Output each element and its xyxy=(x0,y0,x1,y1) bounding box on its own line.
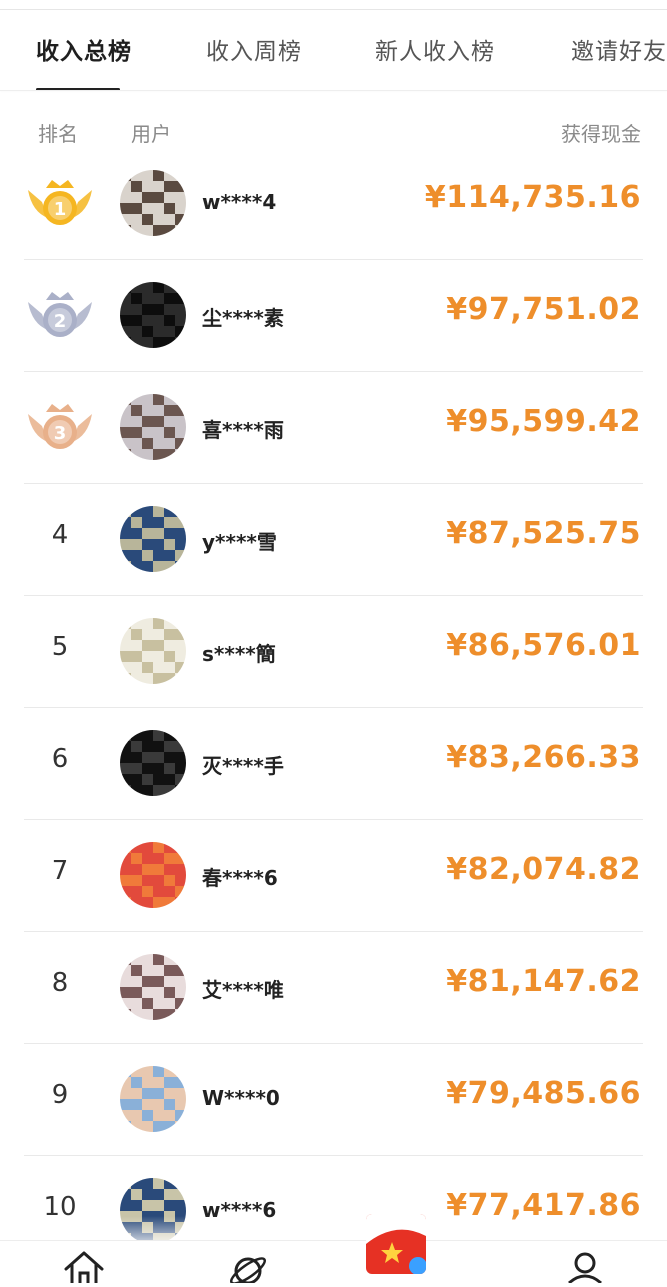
app-badge-icon[interactable] xyxy=(366,1214,426,1274)
leaderboard-row[interactable]: 7 春****6 ¥82,074.82 xyxy=(0,820,667,932)
leaderboard-row[interactable]: 4 y****雪 ¥87,525.75 xyxy=(0,484,667,596)
svg-text:2: 2 xyxy=(54,311,67,332)
rank-number: 5 xyxy=(51,632,69,662)
user-name: 春****6 xyxy=(202,866,278,890)
cash-amount: ¥97,751.02 xyxy=(446,292,641,327)
cash-amount: ¥83,266.33 xyxy=(446,740,641,775)
avatar[interactable] xyxy=(120,394,186,460)
avatar[interactable] xyxy=(120,170,186,236)
cash-amount: ¥79,485.66 xyxy=(446,1076,641,1111)
header-cash: 获得现金 xyxy=(561,122,641,146)
cash-amount: ¥81,147.62 xyxy=(446,964,641,999)
avatar[interactable] xyxy=(120,506,186,572)
bottom-nav xyxy=(0,1240,667,1285)
avatar[interactable] xyxy=(120,282,186,348)
tab-weekly-income[interactable]: 收入周榜 xyxy=(206,32,302,66)
rank-number: 7 xyxy=(51,856,69,886)
user-name: 艾****唯 xyxy=(202,978,284,1002)
user-name: W****0 xyxy=(202,1086,280,1110)
header-rank: 排名 xyxy=(38,122,78,146)
top-edge xyxy=(0,0,667,10)
cash-amount: ¥86,576.01 xyxy=(446,628,641,663)
avatar[interactable] xyxy=(120,618,186,684)
svg-text:1: 1 xyxy=(54,199,67,220)
leaderboard-row[interactable]: 1 w****4 ¥114,735.16 xyxy=(0,148,667,260)
header-user: 用户 xyxy=(131,122,171,146)
tab-total-income[interactable]: 收入总榜 xyxy=(36,32,132,66)
profile-icon[interactable] xyxy=(563,1249,607,1285)
home-icon[interactable] xyxy=(62,1249,106,1285)
avatar[interactable] xyxy=(120,1066,186,1132)
bronze-medal-icon: 3 xyxy=(22,396,98,460)
user-name: 喜****雨 xyxy=(202,418,284,442)
user-name: s****簡 xyxy=(202,642,276,666)
planet-icon[interactable] xyxy=(226,1249,270,1285)
user-name: w****4 xyxy=(202,190,277,214)
cash-amount: ¥95,599.42 xyxy=(446,404,641,439)
rank-number: 8 xyxy=(51,968,69,998)
cash-amount: ¥82,074.82 xyxy=(446,852,641,887)
svg-text:3: 3 xyxy=(54,423,67,444)
leaderboard-row[interactable]: 9 W****0 ¥79,485.66 xyxy=(0,1044,667,1156)
user-name: 灭****手 xyxy=(202,754,284,778)
rank-number: 4 xyxy=(51,520,69,550)
tab-invite-friends[interactable]: 邀请好友 xyxy=(571,32,667,66)
rank-number: 6 xyxy=(51,744,69,774)
leaderboard-row[interactable]: 5 s****簡 ¥86,576.01 xyxy=(0,596,667,708)
cash-amount: ¥114,735.16 xyxy=(424,180,641,215)
cash-amount: ¥87,525.75 xyxy=(446,516,641,551)
user-name: 尘****素 xyxy=(202,306,284,330)
tab-newcomer-income[interactable]: 新人收入榜 xyxy=(375,32,495,66)
leaderboard-row[interactable]: 3 喜****雨 ¥95,599.42 xyxy=(0,372,667,484)
leaderboard-row[interactable]: 8 艾****唯 ¥81,147.62 xyxy=(0,932,667,1044)
gold-medal-icon: 1 xyxy=(22,172,98,236)
rank-number: 9 xyxy=(51,1080,69,1110)
silver-medal-icon: 2 xyxy=(22,284,98,348)
tabs-divider xyxy=(0,90,667,91)
avatar[interactable] xyxy=(120,954,186,1020)
avatar[interactable] xyxy=(120,842,186,908)
leaderboard-row[interactable]: 6 灭****手 ¥83,266.33 xyxy=(0,708,667,820)
leaderboard-row[interactable]: 2 尘****素 ¥97,751.02 xyxy=(0,260,667,372)
leaderboard-tabs: 收入总榜 收入周榜 新人收入榜 邀请好友 xyxy=(0,10,667,90)
user-name: y****雪 xyxy=(202,530,277,554)
avatar[interactable] xyxy=(120,730,186,796)
